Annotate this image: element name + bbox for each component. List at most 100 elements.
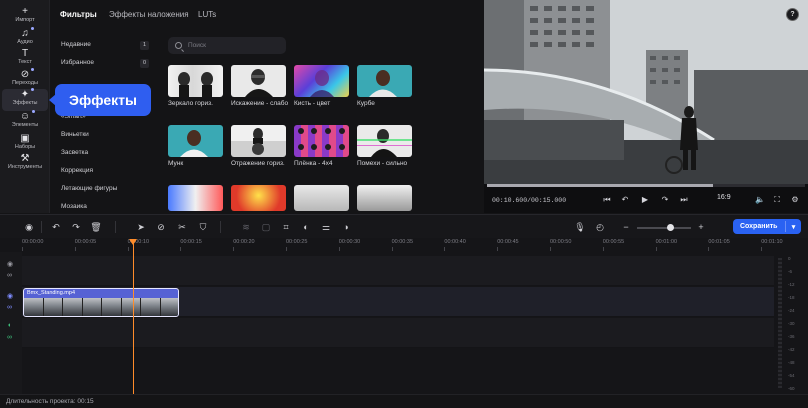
effect-tile-munch[interactable]: Мунк	[168, 125, 223, 169]
meter-label: -42	[788, 347, 795, 352]
search-input[interactable]	[188, 42, 278, 49]
help-icon[interactable]: ?	[786, 8, 799, 21]
ruler-tick	[338, 247, 340, 251]
effect-tile[interactable]	[357, 185, 412, 211]
trash-icon[interactable]: 🗑	[90, 221, 102, 233]
adjust-icon[interactable]: ⚌	[320, 221, 332, 233]
audio-level-meter: 0 -6 -12 -18 -24 -30 -36 -42 -48 -54 -60	[776, 252, 808, 394]
category-correction[interactable]: Коррекция	[61, 167, 151, 179]
category-light-leaks[interactable]: Засветка	[61, 149, 151, 161]
sidebar-item-text[interactable]: T Текст	[2, 48, 48, 70]
step-forward-icon[interactable]: ↷	[659, 194, 671, 206]
effect-thumbnail	[357, 125, 412, 157]
chevron-down-icon[interactable]: ▾	[786, 223, 801, 231]
record-icon[interactable]: ◉	[23, 221, 35, 233]
zoom-slider[interactable]	[637, 224, 691, 231]
sidebar-item-import[interactable]: + Импорт	[2, 6, 48, 28]
count-badge: 1	[140, 41, 149, 50]
ruler-tick	[74, 247, 76, 251]
effect-tile[interactable]	[294, 185, 349, 211]
crop-icon[interactable]: ⌗	[280, 221, 292, 233]
speed-icon[interactable]: ◐	[300, 221, 312, 233]
zoom-knob[interactable]	[667, 224, 674, 231]
divider	[115, 221, 116, 233]
effect-tile-distortion[interactable]: Искажение - слабо	[231, 65, 288, 109]
ruler-tick-label: 00:01:05	[708, 239, 730, 245]
skip-start-icon[interactable]: ⏮	[601, 194, 613, 206]
category-recent[interactable]: Недавние 1	[61, 41, 151, 53]
effect-thumbnail	[357, 65, 412, 97]
video-clip[interactable]: Bmx_Standing.mp4	[23, 288, 179, 317]
tab-overlay-effects[interactable]: Эффекты наложения	[109, 10, 189, 19]
effect-thumbnail	[168, 65, 223, 97]
magnet-icon[interactable]: ◴	[594, 221, 606, 233]
status-bar: Длительность проекта: 00:15	[0, 394, 808, 408]
effect-thumbnail	[294, 65, 349, 97]
freeze-frame-icon[interactable]: ▢	[260, 221, 272, 233]
effect-tile-noise-strong[interactable]: Помехи - сильно	[357, 125, 412, 169]
aspect-ratio-select[interactable]: 16:9	[717, 194, 731, 201]
link-icon[interactable]: ∞	[7, 272, 12, 279]
ruler-tick	[497, 247, 499, 251]
link-icon[interactable]: ∞	[7, 334, 12, 341]
volume-icon[interactable]: 🔈	[754, 194, 766, 206]
clip-frames	[24, 298, 178, 316]
effect-tile-courbet[interactable]: Курбе	[357, 65, 412, 109]
voiceover-icon[interactable]: 🎙	[574, 221, 586, 233]
tab-luts[interactable]: LUTs	[198, 10, 216, 19]
ruler-tick-label: 00:01:10	[761, 239, 783, 245]
select-cursor-icon[interactable]: ➤	[135, 221, 147, 233]
sidebar-item-sets[interactable]: ▣ Наборы	[2, 133, 48, 155]
sidebar-item-transitions[interactable]: ⊘ Переходы	[2, 68, 48, 91]
eye-icon[interactable]: ◉	[7, 260, 13, 268]
ruler-tick	[22, 247, 23, 251]
effect-thumbnail	[168, 185, 223, 211]
undo-icon[interactable]: ↶	[50, 221, 62, 233]
cut-icon[interactable]: ✂	[176, 221, 188, 233]
sidebar-item-effects[interactable]: ✦ Эффекты	[2, 88, 48, 111]
progress-fill	[487, 184, 713, 187]
effect-tile-film-4x4[interactable]: Плёнка - 4x4	[294, 125, 349, 169]
skip-end-icon[interactable]: ⏭	[678, 194, 690, 206]
link-icon[interactable]: ∞	[7, 304, 12, 311]
tab-filters[interactable]: Фильтры	[60, 10, 97, 19]
sidebar-item-elements[interactable]: ☺ Элементы	[2, 110, 48, 133]
effect-label: Искажение - слабо	[231, 100, 289, 107]
effect-tile-reflection[interactable]: Отражение гориз.	[231, 125, 286, 169]
zoom-out-icon[interactable]: −	[620, 221, 632, 233]
settings-icon[interactable]: ⚙	[789, 194, 801, 206]
music-note-icon: ♫	[21, 27, 34, 39]
sidebar-item-label: Импорт	[15, 17, 35, 23]
panel-tabs: Фильтры Эффекты наложения LUTs	[50, 0, 484, 30]
effect-tile[interactable]	[231, 185, 286, 211]
effect-tile-brush-color[interactable]: Кисть - цвет	[294, 65, 349, 109]
category-favorites[interactable]: Избранное 0	[61, 59, 151, 71]
category-flying-shapes[interactable]: Летающие фигуры	[61, 185, 151, 197]
sidebar-item-tools[interactable]: ⚒ Инструменты	[2, 153, 48, 175]
ruler-tick-label: 00:00:00	[22, 239, 44, 245]
effect-tile-mirror[interactable]: Зеркало гориз.	[168, 65, 223, 109]
color-icon[interactable]: ◑	[340, 221, 352, 233]
effect-thumbnail	[294, 185, 349, 211]
overlay-track[interactable]	[22, 256, 774, 286]
shield-icon[interactable]: ⛉	[197, 221, 209, 233]
zoom-in-icon[interactable]: +	[695, 221, 707, 233]
step-back-icon[interactable]: ↶	[619, 194, 631, 206]
effect-label: Плёнка - 4x4	[294, 160, 333, 167]
audio-track[interactable]	[22, 318, 774, 348]
search-box[interactable]	[168, 37, 286, 54]
category-vignettes[interactable]: Виньетки	[61, 131, 151, 143]
redo-icon[interactable]: ↷	[70, 221, 82, 233]
playback-progress[interactable]	[487, 184, 805, 187]
fullscreen-icon[interactable]: ⛶	[771, 194, 783, 206]
project-duration: Длительность проекта: 00:15	[6, 398, 94, 405]
effect-tile[interactable]	[168, 185, 223, 211]
play-icon[interactable]: ▶	[639, 194, 651, 206]
playhead[interactable]	[133, 241, 134, 395]
disable-icon[interactable]: ⊘	[155, 221, 167, 233]
eye-icon[interactable]: ◉	[7, 292, 13, 300]
save-button[interactable]: Сохранить ▾	[733, 219, 801, 234]
audio-icon[interactable]: ◖	[7, 322, 11, 329]
sidebar-item-audio[interactable]: ♫ Аудио	[2, 27, 48, 50]
audio-wave-icon[interactable]: ≋	[240, 221, 252, 233]
